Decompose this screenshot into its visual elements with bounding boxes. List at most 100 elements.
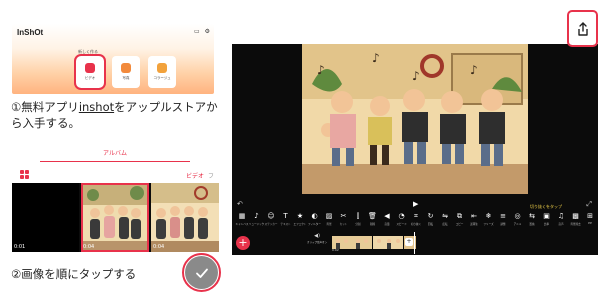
clip-audio-toggle[interactable]: ◀) クリップ音声オン xyxy=(307,233,327,246)
tool-item[interactable]: ★ エフェクト xyxy=(293,212,307,226)
tool-item[interactable]: ▩ 背景除去 xyxy=(570,212,582,226)
tool-label: ステッカー xyxy=(264,223,278,226)
tool-icon: ⇤ xyxy=(471,212,477,220)
timeline-clip[interactable] xyxy=(332,235,372,249)
tool-label: 置換 xyxy=(529,223,535,226)
collage-card[interactable]: コラージュ xyxy=(148,56,176,88)
header-icons: ▭ ⚙ xyxy=(194,28,210,35)
tool-item[interactable]: ◎ アニメ xyxy=(512,212,524,226)
tool-item[interactable]: ▣ 比率 xyxy=(541,212,553,226)
tooltip: 切り抜くをタップ xyxy=(530,204,562,209)
tool-icon: ◎ xyxy=(514,212,521,220)
tool-item[interactable]: ❄ フリーズ xyxy=(483,212,495,226)
tool-label: テキスト xyxy=(280,223,291,226)
card-label: コラージュ xyxy=(153,76,171,80)
tool-icon: ▩ xyxy=(572,212,579,220)
tab-underline xyxy=(40,161,190,162)
thumb-duration: 0:01 xyxy=(14,244,26,250)
tab-photo[interactable]: フ xyxy=(208,171,214,180)
video-preview[interactable]: ♪ ♪ ♪ ♪ xyxy=(302,44,528,194)
tool-item[interactable]: ⇤ 逆再生 xyxy=(468,212,480,226)
tool-item[interactable]: ⇋ 反転 xyxy=(439,212,451,226)
tool-icon: ⌗ xyxy=(414,212,418,220)
clip-strip xyxy=(332,235,416,249)
tool-label: エフェクト xyxy=(293,223,307,226)
card-label: 写真 xyxy=(122,76,130,80)
tool-item[interactable]: ☺ ステッカー xyxy=(264,212,278,226)
grid-icon[interactable] xyxy=(20,170,29,179)
tool-item[interactable]: ▦ キャンバス xyxy=(235,212,249,226)
clip-time: 0:02 xyxy=(332,248,339,252)
tool-icon: ♫ xyxy=(557,212,565,220)
tool-label: キャンバス xyxy=(235,223,249,226)
tool-item[interactable]: ◔ スピード xyxy=(396,212,408,226)
card-label: ビデオ xyxy=(84,76,96,80)
video-editor: ♪ ♪ ♪ ♪ ↶ ▶ ⤢ 切り抜くをタップ ▦ キャンバス ♪ ミュージック … xyxy=(232,44,598,255)
tool-item[interactable]: ⇆ 置換 xyxy=(526,212,538,226)
tool-label: 比率 xyxy=(543,223,550,226)
tool-item[interactable]: T テキスト xyxy=(280,212,292,226)
collage-icon xyxy=(157,63,167,73)
tool-label: 回転 xyxy=(427,223,434,226)
gear-icon[interactable]: ⚙ xyxy=(205,28,210,35)
tool-item[interactable]: ▨ 背景 xyxy=(323,212,335,226)
media-thumb[interactable]: 0:04 xyxy=(151,183,219,252)
tool-item[interactable]: 🗑 削除 xyxy=(367,212,379,226)
timeline: + ◀) クリップ音声オン + 0:02 xyxy=(232,232,598,255)
timeline-clip[interactable] xyxy=(373,235,403,249)
tool-label: 分割 xyxy=(355,223,361,226)
undo-icon[interactable]: ↶ xyxy=(237,200,243,208)
selection-frame xyxy=(81,183,149,252)
tool-label: 背景除去 xyxy=(570,223,581,226)
tool-item[interactable]: ◀ 音量 xyxy=(381,212,393,226)
tool-icon: ☺ xyxy=(267,212,275,220)
tool-bar: ▦ キャンバス ♪ ミュージック ☺ ステッカー T テキスト ★ エフェクト ◐ フィルター ▨ 背景 ✂… xyxy=(236,212,596,226)
fullscreen-icon[interactable]: ⤢ xyxy=(586,200,592,209)
gift-icon[interactable]: ▭ xyxy=(194,28,200,35)
tool-icon: ♪ xyxy=(254,212,259,220)
tool-label: 音声 xyxy=(558,223,564,226)
tool-item[interactable]: ⌗ 切り抜く xyxy=(410,212,422,226)
tool-item[interactable]: ↻ 回転 xyxy=(425,212,437,226)
confirm-button[interactable] xyxy=(182,253,221,292)
share-button[interactable] xyxy=(567,10,598,47)
video-icon xyxy=(85,63,95,73)
tool-label: 切り抜く xyxy=(410,223,422,226)
svg-text:♪: ♪ xyxy=(317,63,325,77)
tool-label: フリーズ xyxy=(483,223,494,226)
playhead[interactable] xyxy=(414,232,415,254)
tab-video[interactable]: ビデオ xyxy=(186,171,204,180)
media-thumb[interactable]: 0:04 xyxy=(81,183,149,252)
inshot-home-screenshot: InShOt ▭ ⚙ 新しく作る ビデオ 写真 コラージュ xyxy=(12,24,214,94)
media-thumb[interactable]: 0:01 xyxy=(12,183,79,252)
tool-icon: ▦ xyxy=(238,212,246,220)
inshot-link[interactable]: inshot xyxy=(79,100,114,114)
tool-icon: ⇋ xyxy=(442,212,448,220)
step2-caption: ②画像を順にタップする xyxy=(11,267,137,281)
tool-label: ミュージック xyxy=(248,223,265,226)
tool-item[interactable]: ♫ 音声 xyxy=(555,212,567,226)
tool-item[interactable]: ✂ カット xyxy=(338,212,350,226)
app-logo: InShOt xyxy=(17,28,44,37)
play-icon[interactable]: ▶ xyxy=(413,200,418,208)
tool-icon: ≡ xyxy=(500,212,506,220)
tool-icon: ⫿ xyxy=(356,212,360,220)
video-card[interactable]: ビデオ xyxy=(74,54,106,90)
mute-label: クリップ音声オン xyxy=(307,241,328,244)
tool-item[interactable]: ♪ ミュージック xyxy=(248,212,265,226)
photo-card[interactable]: 写真 xyxy=(112,56,140,88)
clip-frames xyxy=(373,236,403,249)
add-clip-button[interactable]: + xyxy=(236,236,250,250)
tool-item[interactable]: ⧉ コピー xyxy=(454,212,466,226)
tool-item[interactable]: ≡ 調整 xyxy=(497,212,509,226)
tool-icon: ▣ xyxy=(543,212,550,220)
tool-icon: ❄ xyxy=(485,212,492,220)
transition-button[interactable]: + xyxy=(405,238,413,246)
tab-album[interactable]: アルバム xyxy=(40,148,190,157)
family-illustration: ♪ ♪ ♪ ♪ xyxy=(302,44,528,194)
tool-item[interactable]: ⊞ PIP xyxy=(584,212,596,226)
tool-item[interactable]: ◐ フィルター xyxy=(308,212,321,226)
tool-item[interactable]: ⫿ 分割 xyxy=(352,212,364,226)
tool-icon: T xyxy=(283,212,288,220)
tool-icon: ▨ xyxy=(325,212,333,220)
